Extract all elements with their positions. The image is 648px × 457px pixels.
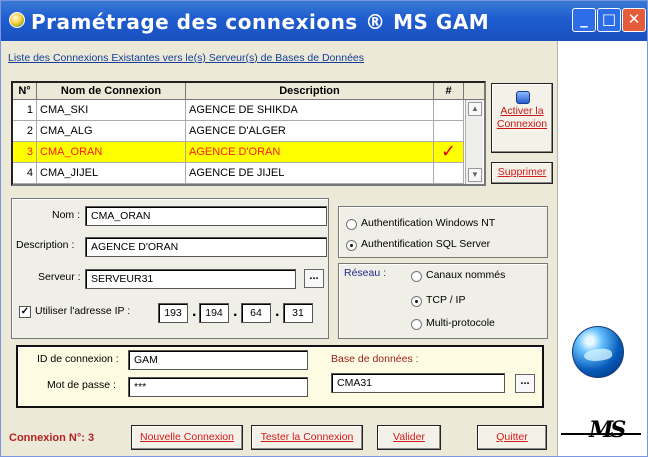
close-button[interactable]: ✕ bbox=[622, 8, 646, 32]
table-header: N° Nom de Connexion Description # bbox=[13, 83, 484, 100]
maximize-button[interactable]: □ bbox=[597, 8, 621, 32]
connection-id-label: ID de connexion : bbox=[37, 353, 119, 365]
active-check-icon: ✓ bbox=[434, 142, 464, 162]
connections-table: N° Nom de Connexion Description # 1 CMA_… bbox=[11, 81, 486, 186]
name-label: Nom : bbox=[52, 209, 81, 221]
sql-auth-label: Authentification SQL Server bbox=[361, 238, 491, 250]
connections-list-caption: Liste des Connexions Existantes vers le(… bbox=[8, 52, 365, 64]
row-number: 4 bbox=[13, 163, 37, 183]
ms-logo: MS bbox=[561, 411, 643, 447]
use-ip-label: Utiliser l'adresse IP : bbox=[35, 305, 131, 317]
network-label: Réseau : bbox=[344, 267, 387, 279]
ip-octet-4[interactable]: 31 bbox=[283, 303, 313, 323]
connection-name-cell: CMA_SKI bbox=[37, 100, 186, 120]
ip-octet-3[interactable]: 64 bbox=[241, 303, 271, 323]
activate-connection-label: Activer la Connexion bbox=[496, 105, 548, 130]
column-connection-name: Nom de Connexion bbox=[37, 83, 186, 100]
windows-auth-radio[interactable] bbox=[346, 219, 357, 230]
named-pipes-label: Canaux nommés bbox=[426, 269, 506, 281]
column-description: Description bbox=[186, 83, 434, 100]
column-number: N° bbox=[13, 83, 37, 100]
description-cell: AGENCE D'ALGER bbox=[186, 121, 434, 141]
test-connection-button[interactable]: Tester la Connexion bbox=[251, 425, 363, 450]
ip-separator-dot: . bbox=[233, 303, 238, 320]
active-cell bbox=[434, 121, 464, 141]
row-number: 1 bbox=[13, 100, 37, 120]
quit-button[interactable]: Quitter bbox=[477, 425, 547, 450]
column-active: # bbox=[434, 83, 464, 100]
description-label: Description : bbox=[16, 239, 75, 251]
description-cell: AGENCE DE JIJEL bbox=[186, 163, 434, 183]
title-bar: Pramétrage des connexions ® MS GAM _ □ ✕ bbox=[1, 1, 647, 41]
use-ip-checkbox[interactable]: ✓ bbox=[19, 306, 31, 318]
table-row[interactable]: 4 CMA_JIJEL AGENCE DE JIJEL bbox=[13, 163, 464, 184]
multi-protocol-label: Multi-protocole bbox=[426, 317, 495, 329]
password-field[interactable]: *** bbox=[128, 377, 308, 397]
activate-connection-button[interactable]: Activer la Connexion bbox=[491, 83, 553, 153]
table-row-selected[interactable]: 3 CMA_ORAN AGENCE D'ORAN ✓ bbox=[13, 142, 464, 163]
connection-settings-window: Pramétrage des connexions ® MS GAM _ □ ✕… bbox=[0, 0, 648, 457]
tcp-ip-radio[interactable] bbox=[411, 296, 422, 307]
sql-auth-radio[interactable] bbox=[346, 240, 357, 251]
windows-auth-label: Authentification Windows NT bbox=[361, 217, 496, 229]
new-connection-button[interactable]: Nouvelle Connexion bbox=[131, 425, 243, 450]
ip-separator-dot: . bbox=[275, 303, 280, 320]
row-number: 2 bbox=[13, 121, 37, 141]
minimize-button[interactable]: _ bbox=[572, 8, 596, 32]
right-branding-panel: MS bbox=[557, 41, 647, 456]
server-label: Serveur : bbox=[38, 271, 81, 283]
scroll-up-icon[interactable]: ▲ bbox=[468, 102, 482, 116]
named-pipes-radio[interactable] bbox=[411, 271, 422, 282]
connection-number-status: Connexion N°: 3 bbox=[9, 432, 95, 444]
validate-button[interactable]: Valider bbox=[377, 425, 441, 450]
database-browse-button[interactable]: ... bbox=[515, 374, 535, 393]
app-icon bbox=[9, 12, 25, 28]
table-row[interactable]: 1 CMA_SKI AGENCE DE SHIKDA bbox=[13, 100, 464, 121]
name-field[interactable]: CMA_ORAN bbox=[85, 206, 327, 226]
ip-octet-1[interactable]: 193 bbox=[158, 303, 188, 323]
description-cell: AGENCE DE SHIKDA bbox=[186, 100, 434, 120]
table-vertical-scrollbar[interactable]: ▲ ▼ bbox=[465, 100, 483, 184]
globe-icon bbox=[572, 326, 624, 378]
scroll-down-icon[interactable]: ▼ bbox=[468, 168, 482, 182]
table-row[interactable]: 2 CMA_ALG AGENCE D'ALGER bbox=[13, 121, 464, 142]
database-label: Base de données : bbox=[331, 353, 419, 365]
delete-connection-button[interactable]: Supprimer bbox=[491, 162, 553, 184]
password-label: Mot de passe : bbox=[47, 379, 116, 391]
connection-name-cell: CMA_JIJEL bbox=[37, 163, 186, 183]
database-icon bbox=[516, 91, 530, 104]
ms-logo-text: MS bbox=[589, 417, 626, 443]
ip-octet-2[interactable]: 194 bbox=[199, 303, 229, 323]
description-field[interactable]: AGENCE D'ORAN bbox=[85, 237, 327, 257]
active-cell bbox=[434, 163, 464, 183]
database-field[interactable]: CMA31 bbox=[331, 373, 505, 393]
authentication-panel bbox=[338, 206, 548, 258]
tcp-ip-label: TCP / IP bbox=[426, 294, 466, 306]
ip-separator-dot: . bbox=[192, 303, 197, 320]
connection-id-field[interactable]: GAM bbox=[128, 350, 308, 370]
active-cell bbox=[434, 100, 464, 120]
multi-protocol-radio[interactable] bbox=[411, 319, 422, 330]
server-browse-button[interactable]: ... bbox=[304, 269, 324, 288]
server-field[interactable]: SERVEUR31 bbox=[85, 269, 296, 289]
connection-name-cell: CMA_ORAN bbox=[37, 142, 186, 162]
row-number: 3 bbox=[13, 142, 37, 162]
connection-name-cell: CMA_ALG bbox=[37, 121, 186, 141]
window-title: Pramétrage des connexions ® MS GAM bbox=[31, 10, 490, 34]
description-cell: AGENCE D'ORAN bbox=[186, 142, 434, 162]
